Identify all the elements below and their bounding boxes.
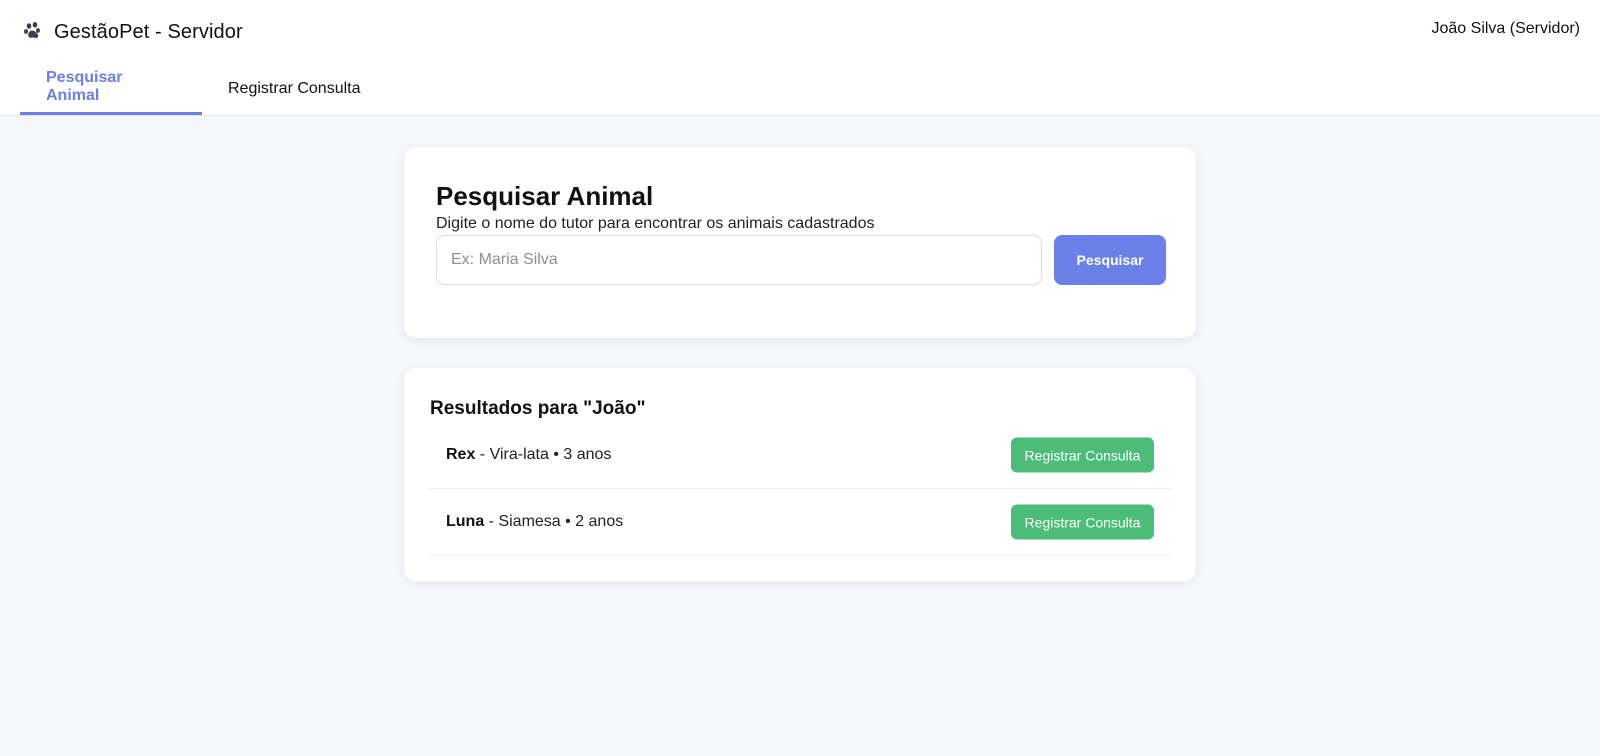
brand: GestãoPet - Servidor [22,18,243,46]
app-title: GestãoPet - Servidor [54,20,243,43]
top-bar: GestãoPet - Servidor João Silva (Servido… [0,0,1600,116]
tab-pesquisar-animal[interactable]: Pesquisar Animal [20,62,202,115]
tab-bar: Pesquisar Animal Registrar Consulta [20,62,390,116]
register-consultation-button[interactable]: Registrar Consulta [1011,437,1154,473]
pet-info: Luna - Siamesa • 2 anos [446,513,623,531]
search-title: Pesquisar Animal [436,181,654,211]
results-card: Resultados para "João" Rex - Vira-lata •… [404,368,1196,581]
search-button[interactable]: Pesquisar [1054,235,1166,285]
pet-details: - Siamesa • 2 anos [484,513,624,530]
pet-details: - Vira-lata • 3 anos [475,446,612,463]
results-title: Resultados para "João" [430,398,646,419]
tab-registrar-consulta[interactable]: Registrar Consulta [202,62,390,115]
tutor-search-input[interactable] [436,235,1042,285]
pet-info: Rex - Vira-lata • 3 anos [446,446,611,464]
search-card: Pesquisar Animal Digite o nome do tutor … [404,147,1196,338]
result-row: Rex - Vira-lata • 3 anos Registrar Consu… [430,422,1170,489]
result-row: Luna - Siamesa • 2 anos Registrar Consul… [430,489,1170,556]
search-subtitle: Digite o nome do tutor para encontrar os… [436,215,875,232]
pet-name: Rex [446,446,476,463]
paw-icon [22,20,46,44]
register-consultation-button[interactable]: Registrar Consulta [1011,504,1154,540]
current-user: João Silva (Servidor) [1431,20,1581,37]
pet-name: Luna [446,513,485,530]
